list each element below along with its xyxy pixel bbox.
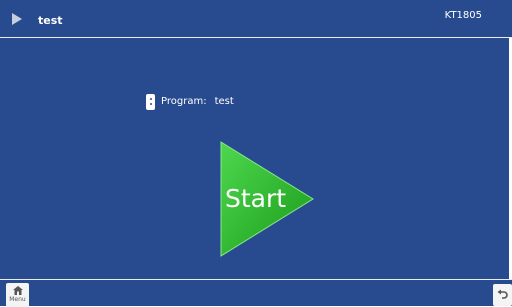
- menu-label: Menu: [9, 296, 26, 303]
- page-title: test: [38, 14, 63, 27]
- dot-icon: [149, 98, 152, 100]
- start-button[interactable]: Start: [220, 141, 314, 257]
- screen: test KT1805 Program: test Start Menu: [0, 0, 512, 307]
- start-label: Start: [225, 184, 287, 213]
- dot-icon: [149, 103, 152, 105]
- play-icon: [12, 13, 22, 25]
- back-button[interactable]: [493, 284, 512, 306]
- program-label: Program:: [161, 96, 207, 107]
- home-icon: [12, 286, 23, 295]
- menu-button[interactable]: Menu: [6, 283, 29, 307]
- program-options-button[interactable]: [146, 93, 155, 110]
- undo-icon: [497, 289, 508, 299]
- program-row: Program: test: [146, 93, 234, 110]
- program-value: test: [214, 96, 234, 107]
- device-id: KT1805: [444, 10, 482, 21]
- header: test KT1805: [0, 0, 512, 38]
- footer: Menu: [0, 279, 512, 307]
